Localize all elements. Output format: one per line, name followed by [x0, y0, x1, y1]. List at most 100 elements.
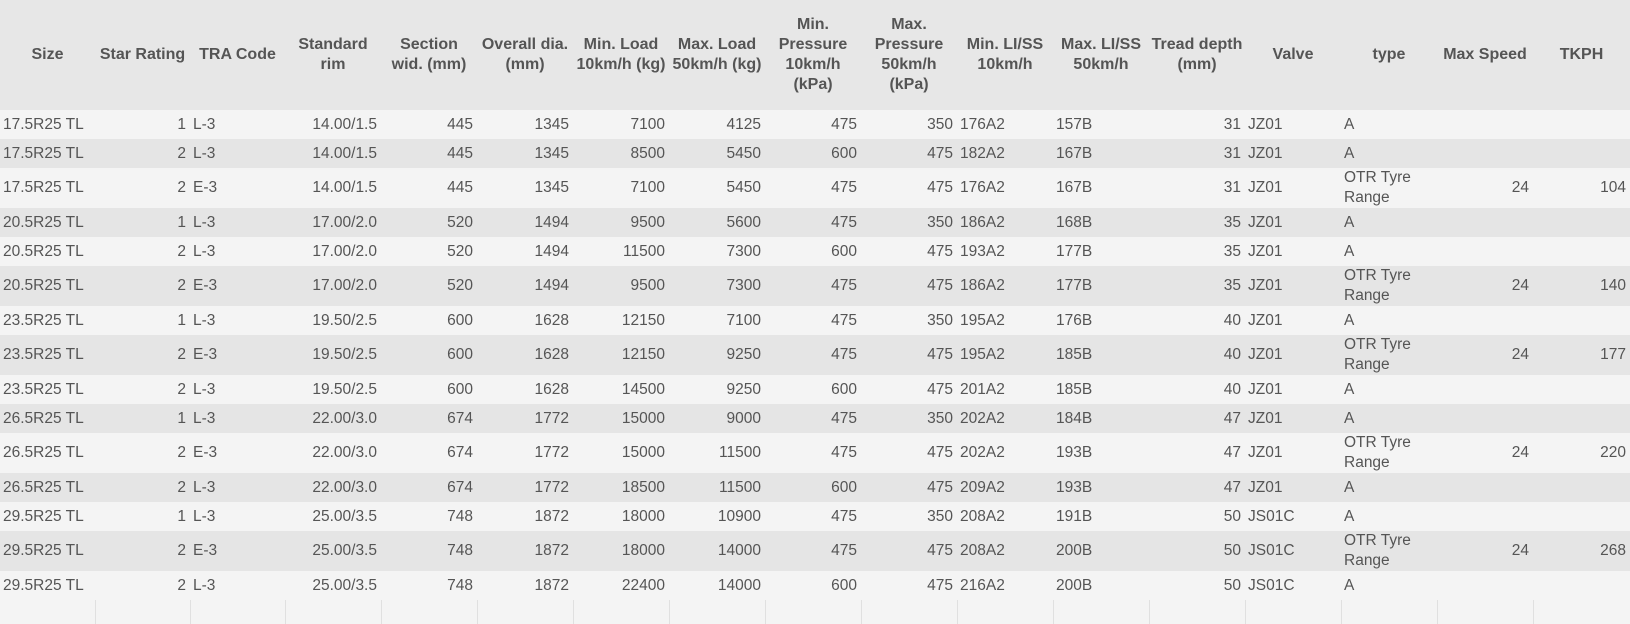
cell-star-rating: 2 [177, 444, 186, 461]
cell-tra-code: L-3 [193, 507, 216, 525]
cell-valve: JS01C [1248, 507, 1295, 525]
cell-standard-rim: 22.00/3.0 [312, 478, 377, 496]
header-max-li-ss[interactable]: Max. LI/SS 50km/h [1053, 0, 1149, 110]
cell-type: OTR Tyre Range [1344, 532, 1411, 569]
header-tra-code[interactable]: TRA Code [190, 0, 285, 110]
cell-min-load: 18000 [621, 507, 665, 525]
cell-max-load: 5600 [726, 213, 761, 231]
header-min-load[interactable]: Min. Load 10km/h (kg) [573, 0, 669, 110]
cell-min-load: 15000 [621, 409, 665, 427]
cell-standard-rim: 17.00/2.0 [312, 277, 377, 294]
header-size[interactable]: Size [0, 0, 95, 110]
cell-section-width: 674 [447, 409, 473, 427]
cell-star-rating: 2 [177, 478, 186, 496]
cell-overall-diameter: 1872 [534, 507, 569, 525]
cell-tread-depth: 47 [1223, 409, 1241, 427]
cell-max-pressure: 475 [927, 542, 953, 559]
cell-tread-depth: 31 [1223, 144, 1241, 162]
header-valve[interactable]: Valve [1245, 0, 1341, 110]
table-row: 26.5R25 TL 2 E-3 22.00/3.0 674 1772 15000 11500… [0, 433, 1630, 473]
cell-star-rating: 2 [177, 542, 186, 559]
cell-max-load: 11500 [719, 444, 761, 461]
header-max-pressure[interactable]: Max. Pressure 50km/h (kPa) [861, 0, 957, 110]
cell-type: A [1344, 507, 1355, 525]
cell-overall-diameter: 1494 [534, 213, 569, 231]
cell-max-pressure: 475 [927, 478, 953, 496]
cell-star-rating: 2 [177, 277, 186, 294]
header-standard-rim[interactable]: Standard rim [285, 0, 381, 110]
cell-tread-depth: 40 [1223, 380, 1241, 398]
cell-min-pressure: 600 [831, 144, 857, 162]
cell-tread-depth: 50 [1223, 542, 1241, 559]
cell-min-pressure: 600 [831, 576, 857, 594]
header-tread-depth[interactable]: Tread depth (mm) [1149, 0, 1245, 110]
cell-overall-diameter: 1494 [534, 242, 569, 260]
cell-star-rating: 2 [177, 242, 186, 260]
cell-type: A [1344, 576, 1355, 594]
cell-size: 26.5R25 TL [3, 444, 84, 461]
header-max-speed[interactable]: Max Speed [1437, 0, 1533, 110]
cell-max-speed: 24 [1511, 346, 1529, 363]
cell-tkph: 177 [1600, 346, 1626, 363]
cell-max-pressure: 475 [927, 179, 953, 196]
cell-type: OTR Tyre Range [1344, 169, 1411, 206]
header-max-load[interactable]: Max. Load 50km/h (kg) [669, 0, 765, 110]
header-min-pressure[interactable]: Min. Pressure 10km/h (kPa) [765, 0, 861, 110]
cell-type: A [1344, 380, 1355, 398]
header-section-width[interactable]: Section wid. (mm) [381, 0, 477, 110]
cell-max-load: 11500 [719, 478, 761, 496]
cell-size: 29.5R25 TL [3, 542, 84, 559]
header-tkph[interactable]: TKPH [1533, 0, 1630, 110]
cell-star-rating: 2 [177, 346, 186, 363]
header-star-rating[interactable]: Star Rating [95, 0, 190, 110]
cell-min-load: 15000 [621, 444, 665, 461]
cell-min-load: 7100 [630, 179, 665, 196]
cell-tra-code: L-3 [193, 576, 216, 594]
cell-standard-rim: 25.00/3.5 [312, 542, 377, 559]
cell-valve: JZ01 [1248, 115, 1283, 133]
cell-max-pressure: 475 [927, 144, 953, 162]
cell-tkph [1533, 110, 1630, 139]
cell-tkph: 104 [1600, 179, 1626, 196]
cell-tkph [1533, 473, 1630, 502]
cell-min-li-ss: 193A2 [960, 242, 1005, 260]
table-row: 20.5R25 TL 2 L-3 17.00/2.0 520 1494 11500 7300 6… [0, 237, 1630, 266]
cell-overall-diameter: 1628 [534, 311, 569, 329]
header-type[interactable]: type [1341, 0, 1437, 110]
cell-valve: JZ01 [1248, 144, 1283, 162]
cell-tra-code: E-3 [193, 542, 218, 559]
table-row: 23.5R25 TL 2 E-3 19.50/2.5 600 1628 12150 9250 4… [0, 335, 1630, 375]
header-min-li-ss[interactable]: Min. LI/SS 10km/h [957, 0, 1053, 110]
cell-tra-code: L-3 [193, 115, 216, 133]
cell-overall-diameter: 1872 [534, 576, 569, 594]
cell-max-pressure: 475 [927, 380, 953, 398]
cell-type: OTR Tyre Range [1344, 267, 1411, 304]
cell-min-load: 7100 [630, 115, 665, 133]
cell-valve: JZ01 [1248, 242, 1283, 260]
cell-tkph [1533, 404, 1630, 433]
cell-section-width: 445 [447, 144, 473, 162]
cell-size: 23.5R25 TL [3, 346, 84, 363]
cell-size: 23.5R25 TL [3, 380, 84, 398]
cell-standard-rim: 22.00/3.0 [312, 444, 377, 461]
cell-max-speed [1437, 139, 1533, 168]
cell-min-li-ss: 202A2 [960, 444, 1005, 461]
cell-min-load: 9500 [630, 277, 665, 294]
cell-tra-code: L-3 [193, 380, 216, 398]
cell-max-li-ss: 168B [1056, 213, 1093, 231]
table-row: 29.5R25 TL 2 E-3 25.00/3.5 748 1872 18000 14000… [0, 531, 1630, 571]
cell-min-load: 8500 [630, 144, 665, 162]
cell-valve: JZ01 [1248, 311, 1283, 329]
cell-tra-code: E-3 [193, 277, 218, 294]
cell-tkph [1533, 571, 1630, 600]
cell-min-load: 14500 [621, 380, 665, 398]
cell-tra-code: L-3 [193, 311, 216, 329]
tyre-spec-table: Size Star Rating TRA Code Standard rim S… [0, 0, 1630, 624]
cell-valve: JZ01 [1248, 346, 1283, 363]
cell-min-load: 12150 [621, 346, 665, 363]
cell-max-load: 4125 [726, 115, 761, 133]
cell-min-pressure: 475 [831, 179, 857, 196]
cell-star-rating: 1 [177, 311, 186, 329]
header-overall-diameter[interactable]: Overall dia. (mm) [477, 0, 573, 110]
cell-tra-code: E-3 [193, 444, 218, 461]
